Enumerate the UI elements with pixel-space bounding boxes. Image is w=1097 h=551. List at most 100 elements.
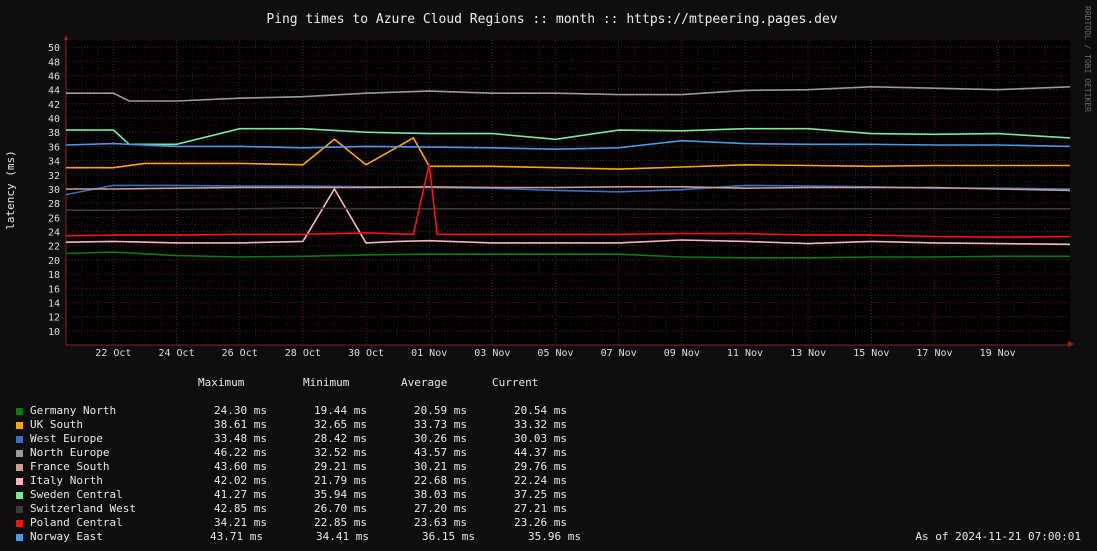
y-tick-label: 12 [48, 313, 60, 324]
legend-swatch [16, 520, 23, 527]
legend-swatch [16, 408, 23, 415]
legend-stat-current: 33.32 ms [514, 418, 567, 431]
y-tick-label: 42 [48, 100, 60, 111]
legend-series-name: Switzerland West [30, 502, 136, 515]
legend-stat-average: 43.57 ms [414, 446, 467, 459]
x-axis-arrow-icon [1068, 341, 1074, 347]
legend-stat-minimum: 34.41 ms [316, 530, 369, 543]
legend-swatch [16, 422, 23, 429]
legend-swatch [16, 436, 23, 443]
legend-stat-maximum: 38.61 ms [214, 418, 267, 431]
x-tick-label: 07 Nov [601, 348, 637, 359]
y-tick-label: 24 [48, 228, 60, 239]
legend-series-name: Norway East [30, 530, 103, 543]
legend-stat-current: 20.54 ms [514, 404, 567, 417]
x-tick-label: 13 Nov [790, 348, 826, 359]
legend-swatch [16, 450, 23, 457]
legend-series-name: North Europe [30, 446, 110, 459]
legend-swatch [16, 506, 23, 513]
plot-canvas [66, 40, 1070, 345]
legend-stat-current: 29.76 ms [514, 460, 567, 473]
legend-swatch [16, 492, 23, 499]
legend-stat-maximum: 41.27 ms [214, 488, 267, 501]
y-tick-label: 50 [48, 43, 60, 54]
x-tick-label: 30 Oct [348, 348, 384, 359]
legend-stat-minimum: 32.65 ms [314, 418, 367, 431]
legend-swatch [16, 534, 23, 541]
legend-stat-minimum: 22.85 ms [314, 516, 367, 529]
y-tick-label: 26 [48, 213, 60, 224]
y-tick-label: 16 [48, 284, 60, 295]
legend-stat-maximum: 33.48 ms [214, 432, 267, 445]
y-tick-label: 28 [48, 199, 60, 210]
x-tick-label: 26 Oct [222, 348, 258, 359]
y-tick-label: 38 [48, 128, 60, 139]
chart-title: Ping times to Azure Cloud Regions :: mon… [266, 12, 838, 27]
rrdtool-watermark: RRDTOOL / TOBI OETIKER [1083, 6, 1092, 112]
x-tick-label: 24 Oct [158, 348, 194, 359]
y-tick-labels: 10 12 14 16 18 20 22 24 26 28 30 32 34 36 38 40 42 44 46 48… [48, 43, 60, 338]
legend-stat-minimum: 32.52 ms [314, 446, 367, 459]
legend-stat-average: 20.59 ms [414, 404, 467, 417]
latency-chart: 10 12 14 16 18 20 22 24 26 28 30 32 34 36 38 40 42 44 46 48… [4, 6, 1092, 359]
legend-stat-average: 33.73 ms [414, 418, 467, 431]
y-axis-label: latency (ms) [4, 150, 17, 229]
as-of-timestamp: As of 2024-11-21 07:00:01 [915, 530, 1081, 543]
y-tick-label: 44 [48, 86, 60, 97]
x-tick-label: 05 Nov [537, 348, 573, 359]
y-tick-label: 20 [48, 256, 60, 267]
legend-stat-current: 44.37 ms [514, 446, 567, 459]
y-tick-label: 10 [48, 327, 60, 338]
stats-header-current: Current [492, 376, 539, 389]
legend-stat-minimum: 28.42 ms [314, 432, 367, 445]
legend-stat-maximum: 42.02 ms [214, 474, 267, 487]
legend-stat-average: 30.26 ms [414, 432, 467, 445]
legend-stat-current: 37.25 ms [514, 488, 567, 501]
y-tick-label: 34 [48, 157, 60, 168]
legend-stat-maximum: 43.71 ms [210, 530, 263, 543]
y-tick-label: 18 [48, 270, 60, 281]
x-tick-label: 15 Nov [853, 348, 889, 359]
legend-stat-average: 27.20 ms [414, 502, 467, 515]
legend-stat-current: 22.24 ms [514, 474, 567, 487]
legend-series-name: UK South [30, 418, 83, 431]
legend-series-name: France South [30, 460, 110, 473]
legend-series-name: Poland Central [30, 516, 123, 529]
legend-series-name: Sweden Central [30, 488, 123, 501]
y-tick-label: 36 [48, 142, 60, 153]
legend-stat-minimum: 35.94 ms [314, 488, 367, 501]
y-tick-label: 30 [48, 185, 60, 196]
x-tick-label: 19 Nov [980, 348, 1016, 359]
x-tick-label: 11 Nov [727, 348, 763, 359]
x-tick-label: 17 Nov [916, 348, 952, 359]
legend-swatch [16, 478, 23, 485]
legend-stat-current: 27.21 ms [514, 502, 567, 515]
stats-header-maximum: Maximum [198, 376, 245, 389]
legend-stat-minimum: 21.79 ms [314, 474, 367, 487]
x-tick-labels: 22 Oct 24 Oct 26 Oct 28 Oct 30 Oct 01 Nov 03 N… [95, 348, 1015, 359]
legend-swatch [16, 464, 23, 471]
legend-series-name: Germany North [30, 404, 117, 417]
legend-stat-current: 30.03 ms [514, 432, 567, 445]
legend-stat-maximum: 42.85 ms [214, 502, 267, 515]
legend-stat-average: 30.21 ms [414, 460, 467, 473]
y-tick-label: 22 [48, 242, 60, 253]
legend-stat-average: 36.15 ms [422, 530, 475, 543]
legend-series-name: Italy North [30, 474, 103, 487]
legend-stat-minimum: 19.44 ms [314, 404, 367, 417]
x-tick-label: 01 Nov [411, 348, 447, 359]
y-tick-label: 32 [48, 171, 60, 182]
y-tick-label: 14 [48, 298, 60, 309]
x-tick-label: 09 Nov [664, 348, 700, 359]
legend-stat-current: 23.26 ms [514, 516, 567, 529]
legend-stat-minimum: 29.21 ms [314, 460, 367, 473]
y-tick-label: 48 [48, 57, 60, 68]
y-axis-arrow-icon [64, 35, 68, 40]
y-tick-label: 46 [48, 71, 60, 82]
legend-stat-maximum: 43.60 ms [214, 460, 267, 473]
legend-stat-average: 22.68 ms [414, 474, 467, 487]
legend-stat-maximum: 34.21 ms [214, 516, 267, 529]
x-tick-label: 03 Nov [474, 348, 510, 359]
legend-stat-maximum: 46.22 ms [214, 446, 267, 459]
legend-stat-current: 35.96 ms [528, 530, 581, 543]
